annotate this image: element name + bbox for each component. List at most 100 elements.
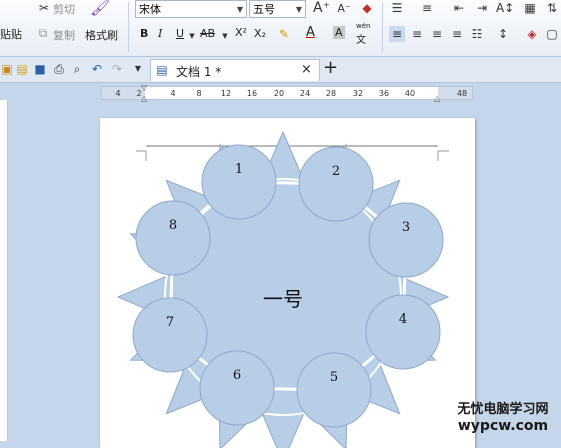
format-painter-icon: 🖌 [90,0,111,17]
node-circle-1[interactable] [201,144,277,220]
font-size-select[interactable]: 五号 ▼ [249,0,306,18]
sort-icon[interactable]: A↕ [496,0,514,16]
ruler-label: 8 [196,89,202,98]
font-color-button[interactable]: A [306,25,315,40]
shading-icon[interactable]: ◈ [524,26,540,42]
tab-label: 文档 1 * [176,65,222,79]
strikethrough-button[interactable]: AB [200,27,215,40]
grow-font-icon[interactable]: A⁺ [313,0,330,16]
node-circle-5[interactable] [296,352,372,428]
horizontal-ruler[interactable]: 4 2 4 8 12 16 20 24 28 32 36 40 48 ▽ △ △ [101,83,473,103]
align-left-icon[interactable]: ≡ [389,26,405,42]
underline-button[interactable]: U [176,27,184,40]
node-label: 2 [332,164,340,179]
ruler-label: 12 [220,89,232,98]
node-circle-3[interactable] [368,202,444,278]
sort-arrows-icon[interactable]: ⇅ [545,0,559,16]
increase-indent-icon[interactable]: ⇥ [474,0,490,16]
node-circle-2[interactable] [298,146,374,222]
close-icon[interactable]: × [301,62,312,77]
node-label: 6 [233,368,241,383]
corner-mark-left [136,150,147,161]
watermark-line2: wypcw.com [457,418,549,434]
char-shading-button[interactable]: A [333,26,345,39]
format-painter-button[interactable]: 格式刷 [85,27,118,43]
chevron-down-icon[interactable]: ▼ [221,28,229,44]
subscript-button[interactable]: X₂ [254,27,266,40]
node-label: 4 [399,312,407,327]
ruler-label: 48 [456,89,468,98]
font-name-select[interactable]: 宋体 ▼ [135,0,247,18]
document-page[interactable]: 1 2 3 4 5 6 7 8 一号 [100,118,475,448]
align-right-icon[interactable]: ≡ [429,26,445,42]
tab-document-1[interactable]: ▤ 文档 1 * × [150,59,320,81]
line-spacing-icon[interactable]: ↕ [495,26,511,42]
ruler-label: 24 [299,89,311,98]
distribute-icon[interactable]: ☷ [469,26,485,42]
vertical-ruler [0,100,8,441]
node-label: 7 [166,315,174,330]
italic-button[interactable]: I [158,27,162,40]
node-circle-7[interactable] [132,297,208,373]
pinyin-label[interactable]: wén [356,22,370,30]
node-label: 5 [330,370,338,385]
document-icon: ▤ [156,63,168,77]
node-circle-4[interactable] [365,294,441,370]
paste-button[interactable]: 贴贴 [0,26,22,42]
ruler-label: 32 [352,89,364,98]
chevron-down-icon[interactable]: ▼ [133,61,143,77]
clear-format-icon[interactable]: ◆ [360,0,374,16]
chevron-down-icon: ▼ [295,5,302,14]
document-tab-bar: ▣ ▤ ■ ⎙ ⌕ ↶ ↷ ▼ ▤ 文档 1 * × + [0,57,561,83]
decrease-indent-icon[interactable]: ⇤ [451,0,467,16]
save-icon[interactable]: ■ [33,61,47,77]
bold-button[interactable]: B [140,27,148,40]
superscript-button[interactable]: X² [235,26,247,39]
ruler-label: 36 [378,89,390,98]
table-icon[interactable]: ▦ [522,0,538,16]
highlight-icon[interactable]: ✎ [276,26,292,42]
bullets-icon[interactable]: ☰ [389,0,405,16]
divider [128,2,129,52]
chevron-down-icon: ▼ [236,5,243,14]
scissors-icon: ✂ [38,1,50,15]
center-label: 一号 [263,287,303,311]
indent-marker-icon[interactable]: ▽ [141,83,147,92]
ruler-label: 16 [246,89,258,98]
redo-icon[interactable]: ↷ [110,61,124,77]
watermark-line1: 无忧电脑学习网 [457,402,549,417]
ruler-label: 4 [170,89,176,98]
ruler-label: 28 [325,89,337,98]
watermark: 无忧电脑学习网 wypcw.com [448,401,558,435]
divider [382,2,383,52]
corner-mark-right [437,150,449,161]
right-indent-icon[interactable]: △ [434,94,440,103]
undo-icon[interactable]: ↶ [90,61,104,77]
node-label: 8 [169,218,177,233]
print-preview-icon[interactable]: ⌕ [70,61,84,77]
align-center-icon[interactable]: ≡ [409,26,425,42]
ruler-label: 40 [404,89,416,98]
ruler-label: 20 [273,89,285,98]
new-tab-button[interactable]: + [323,57,338,78]
copy-button[interactable]: 复制 [53,27,75,43]
hanging-indent-icon[interactable]: △ [141,94,147,103]
print-icon[interactable]: ⎙ [52,61,66,77]
cut-button[interactable]: 剪切 [53,1,75,17]
font-name-value: 宋体 [139,3,161,16]
borders-icon[interactable]: ▢ [545,26,559,42]
node-circle-6[interactable] [199,350,275,426]
new-icon[interactable]: ▣ [0,61,14,77]
pinyin-guide-button[interactable]: 文 [356,31,366,46]
numbering-icon[interactable]: ≡ [419,0,435,16]
node-label: 1 [235,162,243,177]
node-label: 3 [402,220,410,235]
node-circle-8[interactable] [135,200,211,276]
justify-icon[interactable]: ≡ [449,26,465,42]
chevron-down-icon[interactable]: ▼ [188,28,196,44]
ruler-label: 4 [115,89,121,98]
shrink-font-icon[interactable]: A⁻ [337,1,351,17]
open-folder-icon[interactable]: ▤ [15,61,29,77]
copy-icon: ⧉ [38,26,48,40]
ribbon-toolbar: 贴贴 ✂ 剪切 ⧉ 复制 🖌 格式刷 宋体 ▼ 五号 ▼ A⁺ A⁻ ◆ B I… [0,0,561,57]
